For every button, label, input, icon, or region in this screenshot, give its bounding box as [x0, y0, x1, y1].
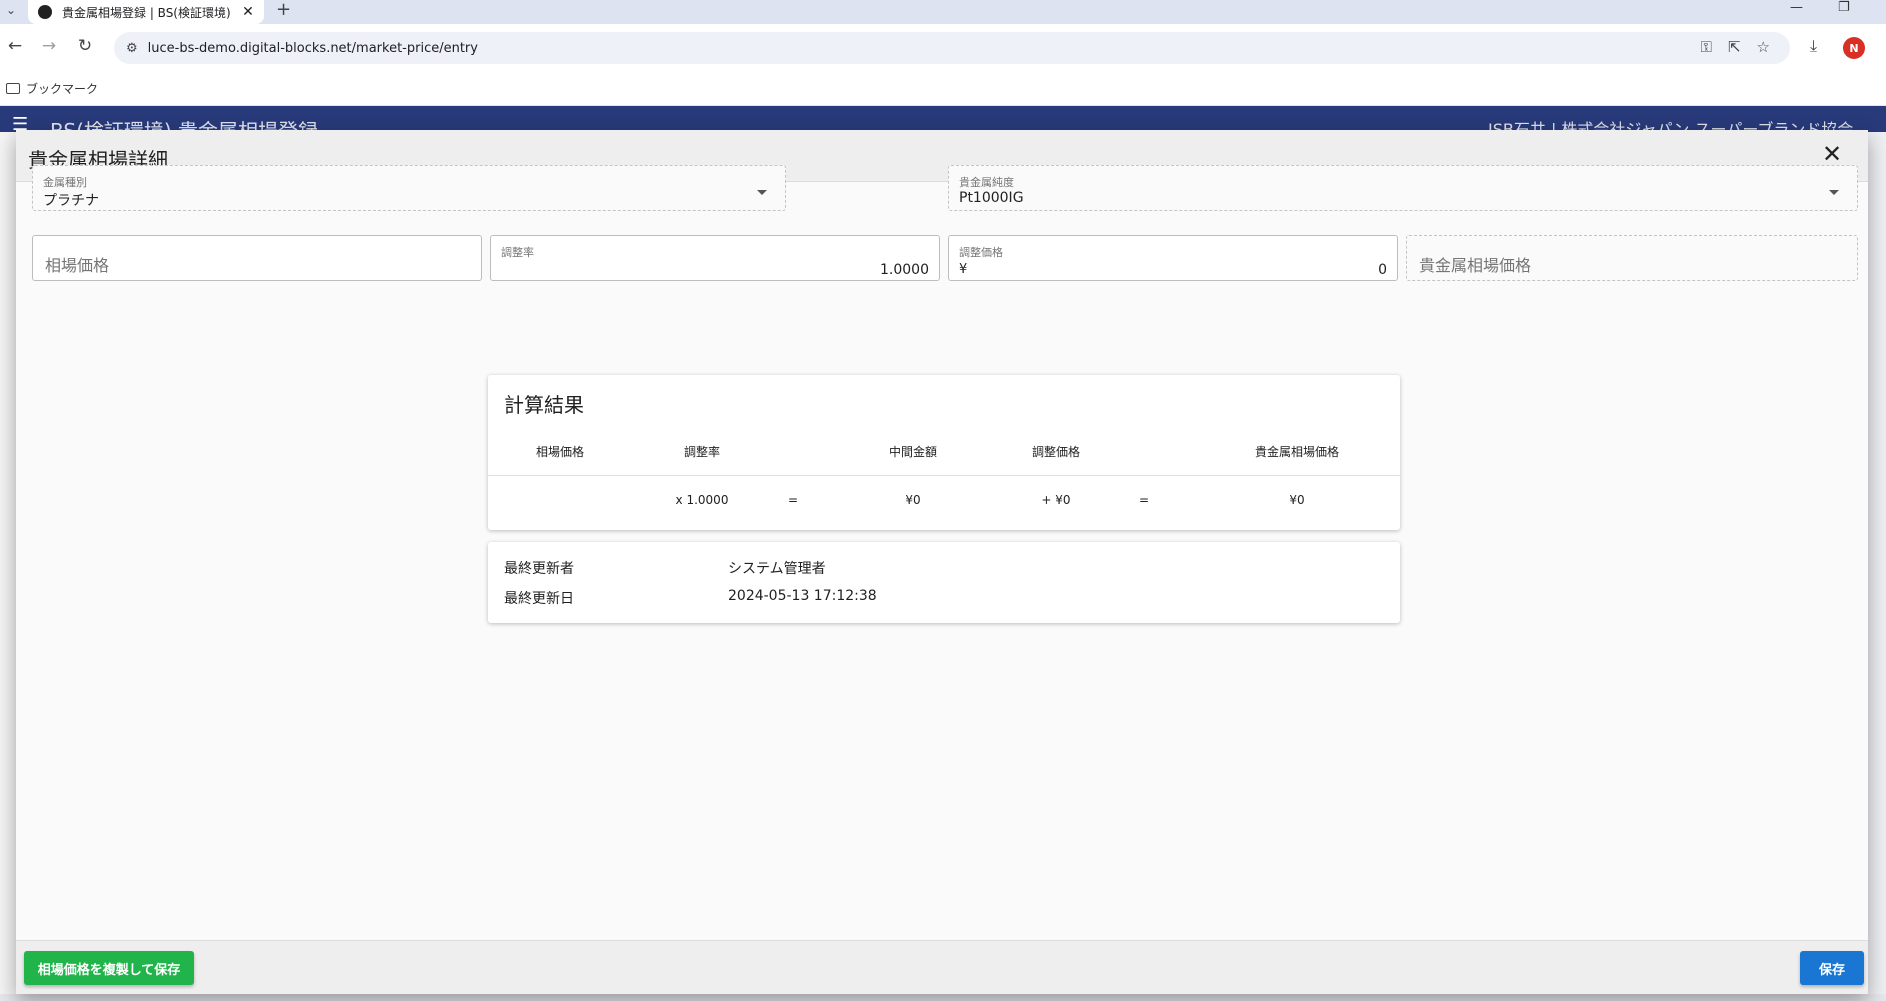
calc-equals: =: [1138, 493, 1150, 507]
bookmarks-label: ブックマーク: [26, 82, 99, 96]
chevron-down-icon: [1829, 190, 1839, 195]
browser-tab-bar: ⌄ 貴金属相場登録 | BS(検証環境) ✕ + — ❐: [0, 0, 1886, 24]
adjust-price-value: 0: [1378, 262, 1387, 278]
market-price-input[interactable]: 相場価格: [32, 235, 482, 281]
bookmarks-bar: ブックマーク: [0, 72, 1886, 106]
close-icon[interactable]: ✕: [1822, 142, 1842, 166]
key-icon[interactable]: ⚿: [1701, 38, 1712, 56]
adjust-price-input[interactable]: 調整価格 ¥ 0: [948, 235, 1398, 281]
market-price-placeholder: 相場価格: [45, 256, 110, 275]
forward-arrow-icon[interactable]: →: [38, 36, 60, 56]
star-icon[interactable]: ☆: [1757, 38, 1770, 56]
adjust-price-label: 調整価格: [959, 246, 1003, 259]
last-updater-label: 最終更新者: [504, 561, 574, 577]
page-background-right: [1868, 132, 1886, 1001]
save-button[interactable]: 保存: [1800, 951, 1864, 985]
sidebar-background: [0, 132, 16, 1001]
copy-and-save-button[interactable]: 相場価格を複製して保存: [24, 951, 194, 985]
calc-header-market-price: 相場価格: [535, 445, 585, 459]
tab-search-chevron-icon[interactable]: ⌄: [6, 3, 16, 17]
adjust-rate-label: 調整率: [501, 246, 534, 259]
address-bar[interactable]: ⚙ luce-bs-demo.digital-blocks.net/market…: [114, 32, 1790, 64]
tab-close-icon[interactable]: ✕: [238, 4, 258, 20]
purity-select[interactable]: 貴金属純度 Pt1000IG: [948, 165, 1858, 211]
profile-avatar[interactable]: N: [1843, 37, 1865, 59]
calc-intermediate: ¥0: [905, 493, 921, 507]
new-tab-icon[interactable]: +: [276, 0, 291, 20]
last-updated-label: 最終更新日: [504, 591, 574, 607]
metal-type-label: 金属種別: [43, 176, 87, 189]
adjust-rate-input[interactable]: 調整率 1.0000: [490, 235, 940, 281]
last-updated-value: 2024-05-13 17:12:38: [728, 588, 877, 604]
chevron-down-icon: [757, 190, 767, 195]
tab-title: 貴金属相場登録 | BS(検証環境): [62, 5, 231, 20]
adjust-rate-value: 1.0000: [880, 262, 929, 278]
calc-divider: [488, 475, 1400, 476]
calc-result: ¥0: [1289, 493, 1305, 507]
purity-label: 貴金属純度: [959, 176, 1014, 189]
yen-prefix: ¥: [959, 262, 968, 277]
app-header: ☰ BS(検証環境) 貴金属相場登録 JSB石井 | 株式会社ジャパン スーパー…: [0, 106, 1886, 132]
page-background-bottom: [0, 994, 1886, 1001]
browser-tab[interactable]: 貴金属相場登録 | BS(検証環境) ✕: [28, 0, 264, 24]
calc-header-rate: 調整率: [683, 445, 721, 459]
reload-icon[interactable]: ↻: [74, 36, 96, 56]
metal-type-select[interactable]: 金属種別 プラチナ: [32, 165, 786, 211]
calc-equals: =: [787, 493, 799, 507]
calc-rate: x 1.0000: [675, 493, 729, 507]
metal-market-price-field: 貴金属相場価格: [1406, 235, 1858, 281]
dialog-footer: 相場価格を複製して保存 保存: [16, 940, 1868, 994]
download-icon[interactable]: ⤓: [1810, 36, 1817, 56]
calc-header-result: 貴金属相場価格: [1254, 445, 1340, 459]
open-external-icon[interactable]: ⇱: [1728, 38, 1741, 56]
metal-type-value: プラチナ: [43, 193, 99, 209]
minimize-icon[interactable]: —: [1790, 0, 1803, 15]
metal-market-price-placeholder: 貴金属相場価格: [1419, 256, 1532, 275]
purity-value: Pt1000IG: [959, 190, 1024, 206]
calc-adjust: + ¥0: [1041, 493, 1071, 507]
site-settings-icon[interactable]: ⚙: [126, 41, 138, 56]
folder-icon: [6, 83, 20, 94]
calc-header-adjust: 調整価格: [1031, 445, 1081, 459]
favicon-icon: [38, 5, 52, 19]
last-updater-value: システム管理者: [728, 561, 826, 577]
back-arrow-icon[interactable]: ←: [4, 36, 26, 56]
url-text: luce-bs-demo.digital-blocks.net/market-p…: [147, 40, 478, 56]
restore-icon[interactable]: ❐: [1838, 0, 1850, 15]
calculation-result-card: 計算結果 相場価格 調整率 中間金額 調整価格 貴金属相場価格 x 1.0000…: [488, 375, 1400, 530]
bookmarks-folder[interactable]: ブックマーク: [6, 80, 98, 97]
market-price-detail-dialog: 貴金属相場詳細 ✕ 金属種別 プラチナ 貴金属純度 Pt1000IG 相場価格 …: [16, 130, 1868, 994]
calc-title: 計算結果: [504, 393, 584, 417]
update-info-card: 最終更新者 システム管理者 最終更新日 2024-05-13 17:12:38: [488, 542, 1400, 623]
calc-header-intermediate: 中間金額: [888, 445, 938, 459]
